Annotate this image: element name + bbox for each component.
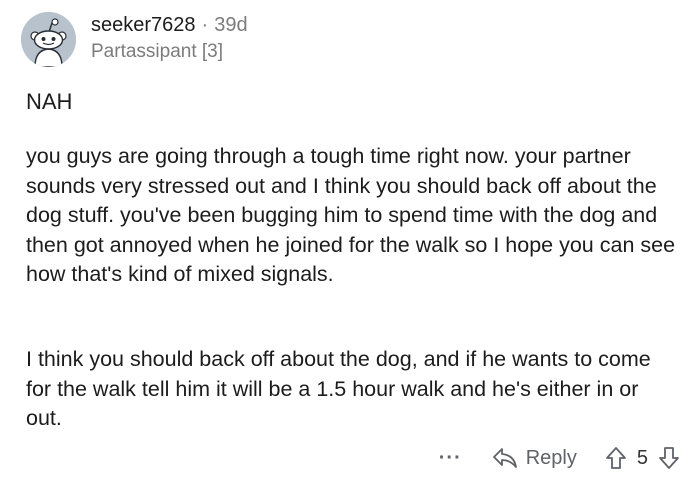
meta-separator: · <box>201 14 209 36</box>
reply-arrow-icon <box>492 448 517 468</box>
upvote-icon[interactable] <box>605 446 627 470</box>
comment-age: 39d <box>214 14 248 36</box>
verdict-text: NAH <box>26 89 73 114</box>
comment-actions: ··· Reply 5 <box>439 446 680 470</box>
comment-paragraph-1: you guys are going through a tough time … <box>26 144 676 287</box>
snoo-avatar-icon <box>21 12 76 67</box>
user-flair: Partassipant [3] <box>91 41 224 62</box>
comment-header: seeker7628 · 39d Partassipant [3] <box>21 12 248 67</box>
comment-paragraph-2: I think you should back off about the do… <box>26 347 651 431</box>
username[interactable]: seeker7628 <box>91 12 196 38</box>
vote-controls: 5 <box>605 446 680 470</box>
reply-label: Reply <box>525 446 577 469</box>
reply-button[interactable]: Reply <box>492 447 577 470</box>
downvote-icon[interactable] <box>658 446 680 470</box>
vote-count: 5 <box>636 446 648 469</box>
avatar[interactable] <box>21 12 76 67</box>
comment-meta: seeker7628 · 39d Partassipant [3] <box>91 12 248 65</box>
more-options-button[interactable]: ··· <box>439 447 462 470</box>
